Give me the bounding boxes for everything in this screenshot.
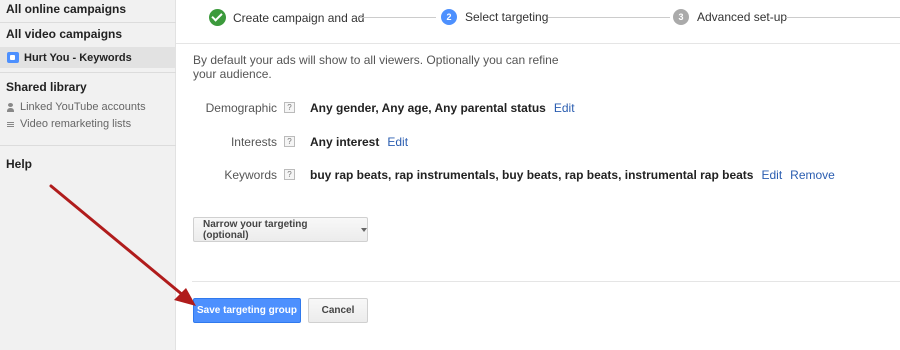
check-icon	[209, 9, 226, 26]
targeting-row-demographic: Demographic ? Any gender, Any age, Any p…	[0, 100, 900, 116]
interests-edit-link[interactable]: Edit	[387, 135, 408, 149]
keywords-value: buy rap beats, rap instrumentals, buy be…	[310, 168, 754, 182]
intro-text: By default your ads will show to all vie…	[193, 53, 559, 81]
demographic-value: Any gender, Any age, Any parental status	[310, 101, 546, 115]
keywords-label: Keywords	[224, 168, 277, 182]
step-connector	[359, 17, 436, 18]
help-icon[interactable]: ?	[284, 169, 295, 180]
step-select-targeting: 2 Select targeting	[441, 9, 548, 25]
sidebar-item-campaign-label: Hurt You - Keywords	[24, 51, 132, 64]
sidebar-all-video-campaigns[interactable]: All video campaigns	[0, 26, 176, 44]
sidebar-divider	[0, 72, 176, 73]
sidebar-all-online-campaigns[interactable]: All online campaigns	[0, 1, 176, 21]
keywords-remove-link[interactable]: Remove	[790, 168, 835, 182]
keywords-edit-link[interactable]: Edit	[761, 168, 782, 182]
demographic-edit-link[interactable]: Edit	[554, 101, 575, 115]
step-number-inactive: 3	[673, 9, 689, 25]
caret-down-icon	[361, 227, 367, 232]
sidebar-item-remarketing[interactable]: Video remarketing lists	[6, 118, 131, 130]
help-icon[interactable]: ?	[284, 136, 295, 147]
help-icon[interactable]: ?	[284, 102, 295, 113]
interests-value: Any interest	[310, 135, 380, 149]
list-icon	[6, 120, 15, 129]
video-campaign-icon	[7, 52, 19, 63]
sidebar-divider	[0, 22, 176, 23]
narrow-targeting-label: Narrow your targeting (optional)	[203, 218, 308, 241]
sidebar-shared-library[interactable]: Shared library	[0, 80, 176, 94]
targeting-row-keywords: Keywords ? buy rap beats, rap instrument…	[0, 167, 900, 183]
save-targeting-group-button[interactable]: Save targeting group	[193, 298, 301, 323]
sidebar-item-remarketing-label: Video remarketing lists	[20, 118, 132, 130]
step-select-targeting-label: Select targeting	[465, 10, 549, 24]
step-create-campaign: Create campaign and ad	[209, 9, 364, 26]
cancel-button[interactable]: Cancel	[308, 298, 368, 323]
step-advanced-setup-label: Advanced set-up	[697, 10, 788, 24]
narrow-targeting-button[interactable]: Narrow your targeting (optional)	[193, 217, 368, 242]
step-create-campaign-label: Create campaign and ad	[233, 10, 365, 25]
step-number-active: 2	[441, 9, 457, 25]
interests-value-group: Any interest Edit	[310, 135, 408, 149]
demographic-label: Demographic	[205, 101, 277, 115]
demographic-value-group: Any gender, Any age, Any parental status…	[310, 101, 575, 115]
step-advanced-setup: 3 Advanced set-up	[673, 9, 787, 25]
keywords-value-group: buy rap beats, rap instrumentals, buy be…	[310, 168, 835, 182]
step-connector	[786, 17, 900, 18]
progress-stepper: Create campaign and ad 2 Select targetin…	[176, 0, 900, 44]
step-connector	[548, 17, 670, 18]
sidebar-item-campaign[interactable]: Hurt You - Keywords	[0, 47, 176, 68]
section-divider	[192, 281, 900, 282]
interests-label: Interests	[230, 135, 277, 149]
targeting-row-interests: Interests ? Any interest Edit	[0, 134, 900, 150]
